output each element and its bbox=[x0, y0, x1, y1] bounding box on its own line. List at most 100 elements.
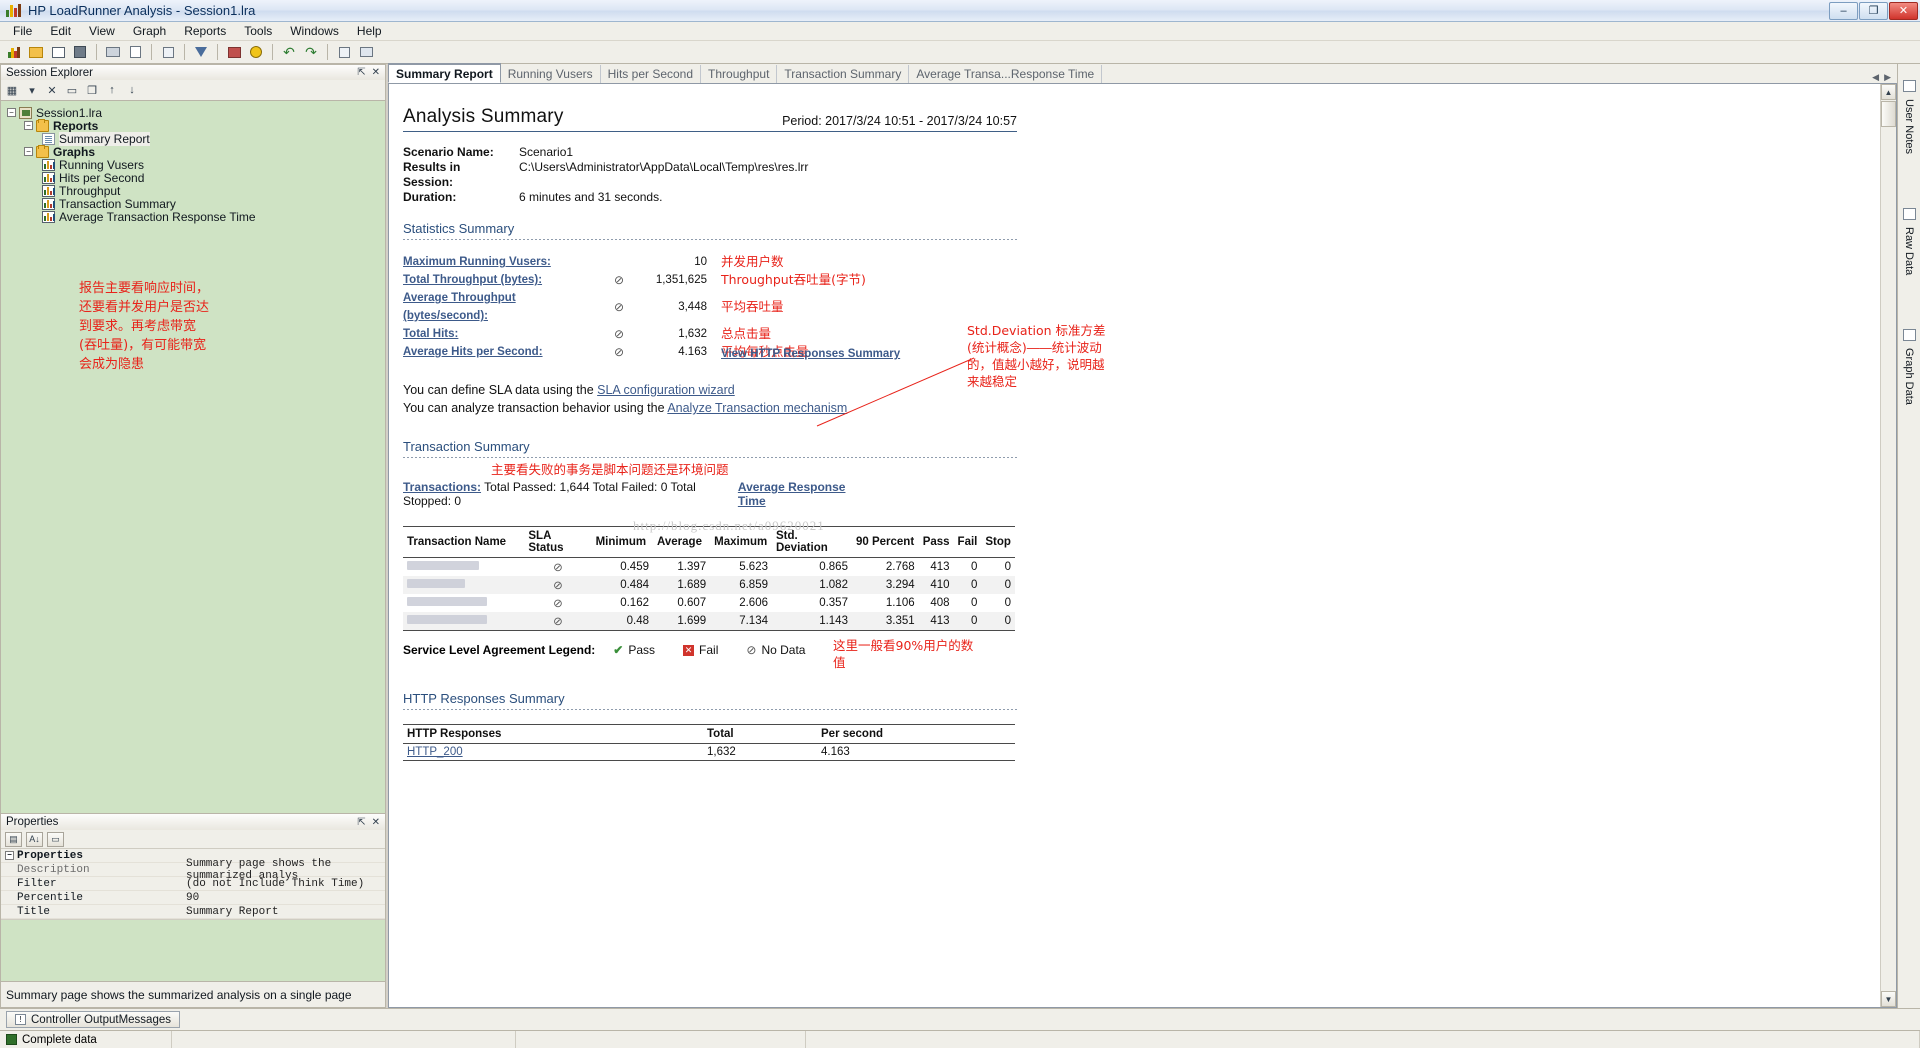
column-maximum[interactable]: Maximum bbox=[710, 526, 772, 558]
menu-item-edit[interactable]: Edit bbox=[41, 22, 80, 40]
scroll-down-icon[interactable]: ▼ bbox=[1881, 991, 1896, 1007]
stat-label[interactable]: Total Hits: bbox=[403, 325, 603, 343]
move-down-icon[interactable]: ↓ bbox=[125, 84, 139, 96]
session-explorer-tree[interactable]: − Session1.lra − Reports Summary Report … bbox=[0, 100, 386, 814]
new-graph-icon[interactable] bbox=[48, 43, 68, 62]
column-sla-status[interactable]: SLA Status bbox=[524, 526, 592, 558]
collapse-toggle-icon[interactable]: − bbox=[5, 851, 14, 860]
alphabetical-sort-icon[interactable]: A↓ bbox=[26, 831, 43, 847]
collapse-toggle-icon[interactable]: − bbox=[24, 147, 33, 156]
collapse-toggle-icon[interactable]: − bbox=[7, 108, 16, 117]
print-icon[interactable] bbox=[103, 43, 123, 62]
average-response-time-link[interactable]: Average Response Time bbox=[738, 480, 869, 508]
property-row[interactable]: Percentile 90 bbox=[1, 891, 385, 905]
right-tab-raw-data[interactable]: Raw Data bbox=[1902, 208, 1916, 275]
column-std-deviation[interactable]: Std. Deviation bbox=[771, 526, 852, 558]
tree-item-reports[interactable]: − Reports bbox=[7, 118, 385, 133]
property-pages-icon[interactable]: ▭ bbox=[47, 831, 64, 847]
tree-item-hits-per-second[interactable]: Hits per Second bbox=[7, 171, 385, 185]
right-tab-user-notes[interactable]: User Notes bbox=[1902, 80, 1916, 154]
set-granularity-icon[interactable] bbox=[246, 43, 266, 62]
menu-item-file[interactable]: File bbox=[4, 22, 41, 40]
categorized-view-icon[interactable]: ▤ bbox=[5, 831, 22, 847]
summary-report-pane[interactable]: Analysis Summary Period: 2017/3/24 10:51… bbox=[388, 84, 1897, 1008]
column-stop[interactable]: Stop bbox=[981, 526, 1015, 558]
about-icon[interactable] bbox=[356, 43, 376, 62]
auto-filter-icon[interactable] bbox=[334, 43, 354, 62]
cell-http-code[interactable]: HTTP_200 bbox=[403, 743, 703, 761]
filter-icon[interactable] bbox=[191, 43, 211, 62]
redo-icon[interactable]: ↷ bbox=[301, 43, 321, 62]
table-row[interactable]: ⊘ 0.48 1.699 7.134 1.143 3.351 413 0 0 bbox=[403, 612, 1015, 631]
property-row[interactable]: Filter (do not Include Think Time) bbox=[1, 877, 385, 891]
column-fail[interactable]: Fail bbox=[953, 526, 982, 558]
column-transaction-name[interactable]: Transaction Name bbox=[403, 526, 525, 558]
properties-grid[interactable]: − Properties Description Summary page sho… bbox=[1, 849, 385, 919]
tab-hits-per-second[interactable]: Hits per Second bbox=[601, 65, 702, 83]
scrollbar-thumb[interactable] bbox=[1881, 101, 1896, 127]
right-tab-graph-data[interactable]: Graph Data bbox=[1902, 329, 1916, 405]
view-http-responses-summary-link[interactable]: View HTTP Responses Summary bbox=[721, 345, 900, 363]
close-button[interactable]: ✕ bbox=[1889, 1, 1918, 20]
tree-item-throughput[interactable]: Throughput bbox=[7, 184, 385, 198]
column-90-percent[interactable]: 90 Percent bbox=[851, 526, 919, 558]
menu-item-view[interactable]: View bbox=[80, 22, 124, 40]
menu-item-windows[interactable]: Windows bbox=[281, 22, 348, 40]
new-session-icon[interactable] bbox=[4, 43, 24, 62]
menu-item-help[interactable]: Help bbox=[348, 22, 391, 40]
table-row[interactable]: ⊘ 0.459 1.397 5.623 0.865 2.768 413 0 0 bbox=[403, 558, 1015, 577]
stat-label[interactable]: Average Throughput (bytes/second): bbox=[403, 289, 603, 325]
tab-transaction-summary[interactable]: Transaction Summary bbox=[777, 65, 910, 83]
rename-icon[interactable]: ▭ bbox=[65, 84, 79, 97]
tree-item-transaction-summary[interactable]: Transaction Summary bbox=[7, 197, 385, 211]
stat-label[interactable]: Total Throughput (bytes): bbox=[403, 271, 603, 289]
column-per-second[interactable]: Per second bbox=[817, 724, 1015, 744]
open-session-icon[interactable] bbox=[26, 43, 46, 62]
tab-running-vusers[interactable]: Running Vusers bbox=[501, 65, 601, 83]
property-row[interactable]: Description Summary page shows the summa… bbox=[1, 858, 385, 882]
http-200-link[interactable]: HTTP_200 bbox=[407, 746, 463, 758]
move-up-icon[interactable]: ↑ bbox=[105, 84, 119, 96]
transactions-link[interactable]: Transactions: bbox=[403, 480, 481, 494]
tab-average-transaction-response-time[interactable]: Average Transa...Response Time bbox=[909, 65, 1103, 83]
table-row[interactable]: ⊘ 0.162 0.607 2.606 0.357 1.106 408 0 0 bbox=[403, 594, 1015, 612]
undo-icon[interactable]: ↶ bbox=[279, 43, 299, 62]
stat-label[interactable]: Average Hits per Second: bbox=[403, 343, 603, 361]
minimize-button[interactable]: – bbox=[1829, 1, 1858, 20]
document-scrollbar[interactable]: ▲ ▼ bbox=[1880, 84, 1896, 1007]
chevron-down-icon[interactable]: ▾ bbox=[25, 84, 39, 97]
column-pass[interactable]: Pass bbox=[918, 526, 954, 558]
print-preview-icon[interactable] bbox=[125, 43, 145, 62]
controller-output-messages-tab[interactable]: ! Controller OutputMessages bbox=[6, 1011, 180, 1028]
save-icon[interactable] bbox=[70, 43, 90, 62]
close-icon[interactable]: ✕ bbox=[372, 67, 380, 78]
delete-icon[interactable]: ✕ bbox=[45, 84, 59, 97]
column-average[interactable]: Average bbox=[653, 526, 711, 558]
tab-throughput[interactable]: Throughput bbox=[701, 65, 778, 83]
tree-item-running-vusers[interactable]: Running Vusers bbox=[7, 158, 385, 172]
menu-item-tools[interactable]: Tools bbox=[235, 22, 281, 40]
tree-item-session[interactable]: − Session1.lra bbox=[7, 106, 385, 120]
table-row[interactable]: HTTP_200 1,632 4.163 bbox=[403, 743, 1015, 761]
tree-item-summary-report[interactable]: Summary Report bbox=[7, 131, 385, 146]
collapse-toggle-icon[interactable]: − bbox=[24, 121, 33, 130]
pin-icon[interactable]: ⇱ bbox=[357, 817, 365, 828]
menu-item-graph[interactable]: Graph bbox=[124, 22, 175, 40]
merge-graphs-icon[interactable] bbox=[224, 43, 244, 62]
tree-item-graphs[interactable]: − Graphs bbox=[7, 144, 385, 159]
copy-icon[interactable] bbox=[158, 43, 178, 62]
tab-scroll-right-icon[interactable]: ▶ bbox=[1884, 72, 1891, 83]
stat-label[interactable]: Maximum Running Vusers: bbox=[403, 253, 603, 271]
column-http-responses[interactable]: HTTP Responses bbox=[403, 724, 703, 744]
menu-item-reports[interactable]: Reports bbox=[175, 22, 235, 40]
column-total[interactable]: Total bbox=[703, 724, 817, 744]
add-graph-icon[interactable]: ▦ bbox=[5, 84, 19, 97]
column-minimum[interactable]: Minimum bbox=[591, 526, 653, 558]
close-icon[interactable]: ✕ bbox=[372, 817, 380, 828]
duplicate-icon[interactable]: ❐ bbox=[85, 84, 99, 97]
sla-configuration-wizard-link[interactable]: SLA configuration wizard bbox=[597, 383, 735, 397]
scroll-up-icon[interactable]: ▲ bbox=[1881, 84, 1896, 100]
tab-scroll-left-icon[interactable]: ◀ bbox=[1872, 72, 1879, 83]
analyze-transaction-mechanism-link[interactable]: Analyze Transaction mechanism bbox=[667, 401, 847, 415]
pin-icon[interactable]: ⇱ bbox=[357, 67, 365, 78]
